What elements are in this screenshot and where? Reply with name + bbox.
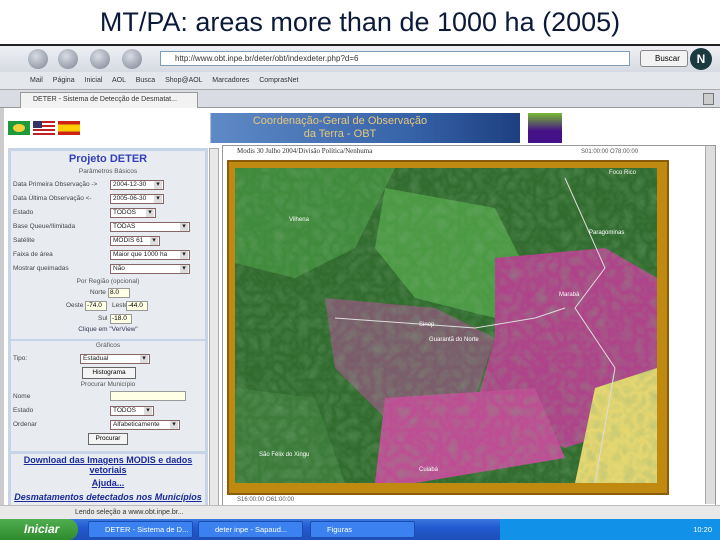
taskbar-item[interactable]: deter inpe - Sapaud...	[198, 521, 303, 538]
inpe-logo-icon	[528, 113, 562, 143]
bookmark[interactable]: Página Inicial	[53, 77, 103, 84]
form-title: Projeto DETER	[68, 153, 148, 165]
section-region: Por Região (opcional)	[76, 278, 140, 285]
spain-flag-icon[interactable]	[58, 121, 80, 135]
satellite-select[interactable]: MODIS 61	[110, 236, 160, 246]
field-label: Faixa de área	[13, 251, 53, 258]
tab-deter[interactable]: DETER - Sistema de Detecção de Desmatat.…	[20, 92, 198, 108]
click-hint: Clique em "VerView"	[78, 326, 138, 333]
search-button[interactable]: Buscar	[640, 50, 688, 67]
map-label: Vilhena	[289, 217, 309, 223]
help-link[interactable]: Ajuda...	[8, 478, 208, 488]
name-label: Nome	[13, 393, 31, 400]
obt-banner: Coordenação-Geral de Observação da Terra…	[160, 113, 520, 143]
clock: 10:20	[693, 525, 712, 534]
base-select[interactable]: TODAS	[110, 222, 190, 232]
netscape-logo-icon: N	[690, 48, 712, 70]
taskbar-item[interactable]: DETER - Sistema de D...	[88, 521, 193, 538]
section-municipio: Procurar Município	[80, 381, 136, 388]
south-input[interactable]: -18.0	[110, 314, 132, 324]
last-date-select[interactable]: 2005-06-30	[110, 194, 164, 204]
histogram-button[interactable]: Histograma	[82, 367, 136, 379]
graph-type-select[interactable]: Estadual	[80, 354, 150, 364]
map-coord-top: S01:00:00 O78:00:00	[581, 149, 639, 155]
state-select[interactable]: TODOS	[110, 208, 156, 218]
deter-form-panel: Projeto DETER Parâmetros Básicos Data Pr…	[8, 148, 208, 506]
bookmark[interactable]: Shop@AOL	[165, 77, 202, 84]
municipio-name-input[interactable]	[110, 391, 186, 401]
taskbar-item[interactable]: Figuras	[310, 521, 415, 538]
area-range-select[interactable]: Maior que 1000 ha	[110, 250, 190, 260]
field-label: Estado	[13, 209, 34, 216]
map-label: São Félix do Xingu	[259, 452, 310, 458]
banner-line1: Coordenação-Geral de Observação	[252, 115, 428, 127]
type-label: Tipo:	[13, 355, 28, 362]
municipios-link[interactable]: Desmatamentos detectados nos Municípios	[8, 492, 208, 502]
section-graphs: Gráficos	[95, 342, 121, 349]
map-caption: Modis 30 Julho 2004/Divisão Política/Nen…	[237, 147, 373, 155]
west-label: Oeste	[66, 302, 84, 309]
map-label: Guarantã do Norte	[429, 337, 479, 343]
taskbar: Iniciar DETER - Sistema de D... deter in…	[0, 519, 720, 540]
banner-line2: da Terra - OBT	[303, 128, 377, 140]
east-input[interactable]: -44.0	[126, 301, 148, 311]
map-coord-bottom: S16:00:00 O61:00:00	[237, 497, 295, 503]
order-select[interactable]: Alfabeticamente	[110, 420, 180, 430]
start-button[interactable]: Iniciar	[0, 519, 78, 540]
reload-icon[interactable]	[90, 49, 110, 69]
status-bar: Lendo seleção a www.obt.inpe.br...	[0, 505, 720, 519]
satellite-map[interactable]: Foco Rico Paragominas Vilhena Sinop Guar…	[227, 160, 669, 495]
back-icon[interactable]	[28, 49, 48, 69]
panel-scrollbar[interactable]	[209, 148, 219, 506]
map-label: Cuiabá	[419, 467, 439, 473]
south-label: Sul	[98, 315, 108, 322]
bookmark[interactable]: Marcadores	[212, 77, 249, 84]
field-label: Mostrar queimadas	[13, 265, 69, 272]
stop-icon[interactable]	[122, 49, 142, 69]
map-label: Paragominas	[589, 230, 625, 236]
bookmark[interactable]: Mail	[30, 77, 43, 84]
map-label: Sinop	[419, 322, 435, 328]
bookmarks-bar: Mail Página Inicial AOL Busca Shop@AOL M…	[0, 72, 720, 90]
state-label: Estado	[13, 407, 34, 414]
bookmark[interactable]: ComprasNet	[259, 77, 298, 84]
download-link[interactable]: Download das Imagens MODIS e dados vetor…	[8, 455, 208, 475]
map-label: Foco Rico	[609, 170, 637, 176]
usa-flag-icon[interactable]	[33, 121, 55, 135]
field-label: Data Última Observação <-	[13, 195, 92, 202]
tab-bar: DETER - Sistema de Detecção de Desmatat.…	[0, 90, 720, 108]
show-fires-select[interactable]: Não	[110, 264, 190, 274]
browser-toolbar: http://www.obt.inpe.br/deter/obt/indexde…	[0, 46, 720, 72]
brazil-flag-icon[interactable]	[8, 121, 30, 135]
order-label: Ordenar	[13, 421, 37, 428]
field-label: Base Queue/Ilimitada	[13, 223, 76, 230]
forward-icon[interactable]	[58, 49, 78, 69]
first-date-select[interactable]: 2004-12-30	[110, 180, 164, 190]
close-tab-icon[interactable]	[703, 93, 714, 105]
url-input[interactable]: http://www.obt.inpe.br/deter/obt/indexde…	[160, 51, 630, 66]
slide-title: MT/PA: areas more than de 1000 ha (2005)	[0, 0, 720, 46]
system-tray: 10:20	[500, 519, 720, 540]
map-scrollbar[interactable]	[705, 146, 715, 504]
bookmark[interactable]: AOL Busca	[112, 77, 155, 84]
municipio-state-select[interactable]: TODOS	[110, 406, 154, 416]
north-label: Norte	[90, 289, 106, 296]
section-basic: Parâmetros Básicos	[78, 168, 138, 175]
field-label: Satélite	[13, 237, 35, 244]
map-image	[235, 168, 657, 484]
field-label: Data Primeira Observação ->	[13, 181, 98, 188]
north-input[interactable]: 8.0	[108, 288, 130, 298]
west-input[interactable]: -74.0	[85, 301, 107, 311]
map-label: Marabá	[559, 292, 580, 298]
search-municipio-button[interactable]: Procurar	[88, 433, 128, 445]
